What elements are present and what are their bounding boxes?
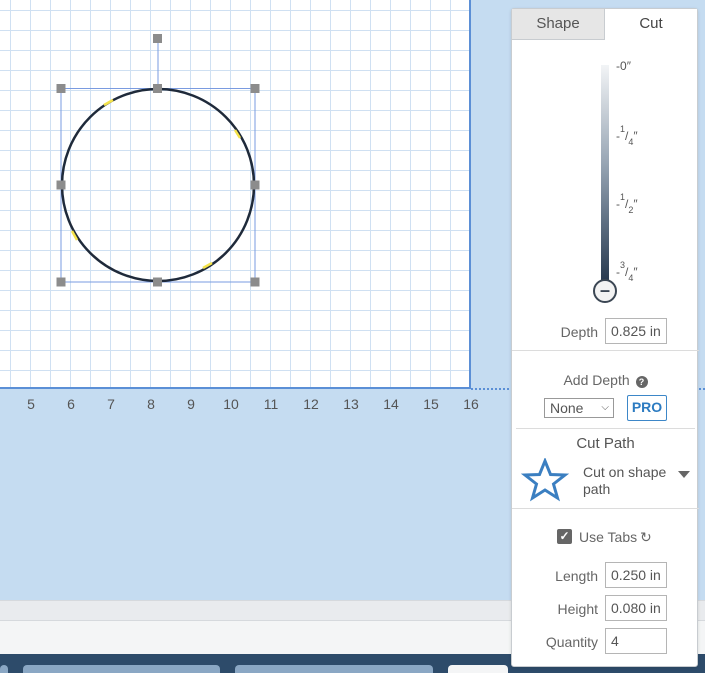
- ruler-tick-label: 16: [463, 396, 479, 412]
- tab-cut[interactable]: Cut: [605, 9, 697, 40]
- tab-markers: [70, 98, 242, 270]
- tab-marker: [103, 98, 114, 107]
- ruler-tick-label: 9: [187, 396, 195, 412]
- ruler-tick-label: 8: [147, 396, 155, 412]
- depth-label: Depth: [560, 324, 598, 340]
- ruler-tick-label: 5: [27, 396, 35, 412]
- use-tabs-row: ✓ Use Tabs ↻: [512, 529, 699, 549]
- depth-scale-label: -3/4″: [616, 260, 638, 284]
- ruler-tick-label: 15: [423, 396, 439, 412]
- ruler-tick-label: 7: [107, 396, 115, 412]
- ruler-tick-label: 11: [263, 396, 279, 412]
- depth-scale-label: -1/2″: [616, 192, 638, 216]
- star-icon[interactable]: [520, 458, 570, 502]
- divider: [512, 350, 699, 351]
- chevron-down-icon: ⌵: [601, 402, 609, 413]
- cut-path-value[interactable]: Cut on shape path: [583, 464, 673, 498]
- question-circle-icon[interactable]: ?: [635, 376, 648, 388]
- tab-quantity-label: Quantity: [545, 634, 598, 650]
- minus-icon[interactable]: –: [593, 279, 617, 303]
- use-tabs-label: Use Tabs: [579, 529, 638, 545]
- divider: [516, 428, 695, 429]
- bottom-tab[interactable]: [235, 665, 433, 673]
- cut-path-title: Cut Path: [576, 435, 635, 452]
- tab-height-input[interactable]: 0.080 in: [605, 595, 667, 621]
- depth-scale-label: -0″: [616, 59, 631, 73]
- tab-quantity-input[interactable]: 4: [605, 628, 667, 654]
- depth-input[interactable]: 0.825 in: [605, 318, 667, 344]
- ruler-tick-label: 13: [343, 396, 359, 412]
- refresh-icon[interactable]: ↻: [640, 529, 652, 546]
- resize-handle-right[interactable]: [250, 180, 260, 190]
- resize-handle-top-right[interactable]: [250, 84, 260, 93]
- divider: [512, 508, 699, 509]
- use-tabs-checkbox[interactable]: ✓: [557, 529, 572, 544]
- resize-handle-top-left[interactable]: [56, 84, 66, 93]
- caret-down-icon[interactable]: [678, 471, 690, 478]
- tab-shape[interactable]: Shape: [512, 9, 605, 40]
- resize-handle-bottom-right[interactable]: [250, 277, 260, 287]
- shape-layer[interactable]: [0, 0, 471, 389]
- cut-settings-panel: Shape Cut – -0″ -1/4″ -1/2″ -3/4″ Depth …: [511, 8, 699, 667]
- resize-handle-top[interactable]: [153, 84, 162, 93]
- rotation-handle[interactable]: [153, 34, 162, 43]
- circle-shape[interactable]: [60, 87, 256, 283]
- resize-handle-bottom-left[interactable]: [56, 277, 66, 287]
- bottom-tab[interactable]: [23, 665, 220, 673]
- depth-slider-track[interactable]: [601, 65, 609, 289]
- ruler-tick-label: 12: [303, 396, 319, 412]
- tab-length-input[interactable]: 0.250 in: [605, 562, 667, 588]
- depth-scale-label: -1/4″: [616, 124, 638, 148]
- bottom-tab[interactable]: [0, 665, 8, 673]
- tab-height-label: Height: [557, 601, 598, 617]
- bottom-tab-active[interactable]: [448, 665, 508, 673]
- panel-tabs: Shape Cut: [512, 9, 697, 40]
- ruler-tick-label: 6: [67, 396, 75, 412]
- add-depth-label: Add Depth ?: [512, 372, 699, 388]
- pro-badge[interactable]: PRO: [627, 395, 667, 421]
- tab-length-label: Length: [555, 568, 598, 584]
- ruler-tick-label: 14: [383, 396, 399, 412]
- ruler-tick-label: 10: [223, 396, 239, 412]
- resize-handle-bottom[interactable]: [153, 277, 162, 287]
- resize-handle-left[interactable]: [56, 180, 66, 190]
- add-depth-select[interactable]: None ⌵: [544, 398, 614, 418]
